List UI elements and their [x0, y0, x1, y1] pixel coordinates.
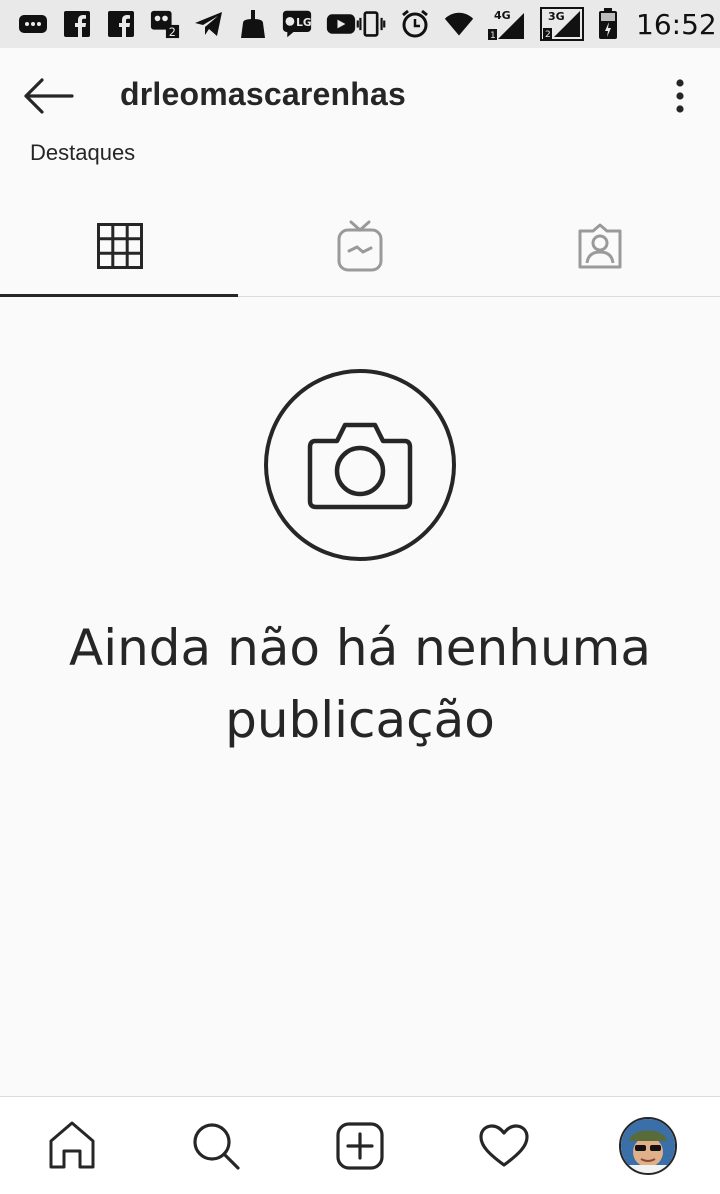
more-options-button[interactable]	[660, 76, 700, 116]
svg-text:2: 2	[169, 26, 176, 39]
status-bar: 2 LG 4G 1 3G 2 16:52	[0, 0, 720, 48]
tab-igtv[interactable]	[240, 196, 480, 296]
wifi-icon	[444, 9, 474, 39]
back-arrow-icon	[24, 78, 74, 114]
empty-state-message: Ainda não há nenhuma publicação	[60, 612, 660, 756]
activity-heart-icon	[479, 1123, 529, 1167]
nav-home[interactable]	[32, 1106, 112, 1186]
nav-profile[interactable]	[608, 1106, 688, 1186]
facebook-icon	[106, 9, 136, 39]
system-icons: 4G 1 3G 2 16:52	[356, 7, 717, 41]
highlights-label[interactable]: Destaques	[30, 140, 135, 166]
nav-activity[interactable]	[464, 1106, 544, 1186]
add-post-icon	[336, 1121, 384, 1170]
profile-tabs	[0, 196, 720, 297]
bottom-navigation	[0, 1096, 720, 1194]
notification-icons: 2 LG	[18, 9, 356, 39]
back-button[interactable]	[20, 74, 76, 118]
camera-icon	[307, 422, 413, 510]
nav-search[interactable]	[176, 1106, 256, 1186]
svg-text:2: 2	[545, 30, 551, 40]
telegram-icon	[194, 9, 224, 39]
lg-message-icon: LG	[282, 9, 312, 39]
signal-4g-icon: 4G 1	[488, 9, 526, 41]
facebook-icon	[62, 9, 92, 39]
signal-3g-icon: 3G 2	[540, 7, 584, 41]
empty-state-camera	[264, 369, 456, 561]
vibrate-icon	[356, 9, 386, 39]
svg-text:1: 1	[490, 31, 496, 41]
network-3g-label: 3G	[548, 10, 565, 23]
profile-header: drleomascarenhas	[0, 48, 720, 144]
youtube-icon	[326, 9, 356, 39]
home-icon	[49, 1121, 95, 1168]
empty-state-line-2: publicação	[225, 691, 495, 749]
search-icon	[193, 1122, 240, 1170]
network-4g-label: 4G	[494, 9, 511, 22]
tab-grid[interactable]	[0, 196, 240, 297]
tab-tagged[interactable]	[480, 196, 720, 296]
nav-add-post[interactable]	[320, 1106, 400, 1186]
empty-state-line-1: Ainda não há nenhuma	[69, 619, 651, 677]
svg-text:LG: LG	[296, 17, 311, 29]
cleaner-icon	[238, 9, 268, 39]
alarm-icon	[400, 9, 430, 39]
clock: 16:52	[636, 7, 717, 41]
more-vertical-icon	[676, 79, 684, 113]
messages-icon	[18, 9, 48, 39]
tagged-icon	[578, 223, 622, 269]
battery-icon	[598, 8, 618, 39]
grid-icon	[97, 223, 143, 269]
app-notification-icon: 2	[150, 9, 180, 39]
igtv-icon	[337, 220, 383, 272]
profile-avatar	[619, 1116, 677, 1175]
profile-username: drleomascarenhas	[120, 76, 407, 112]
